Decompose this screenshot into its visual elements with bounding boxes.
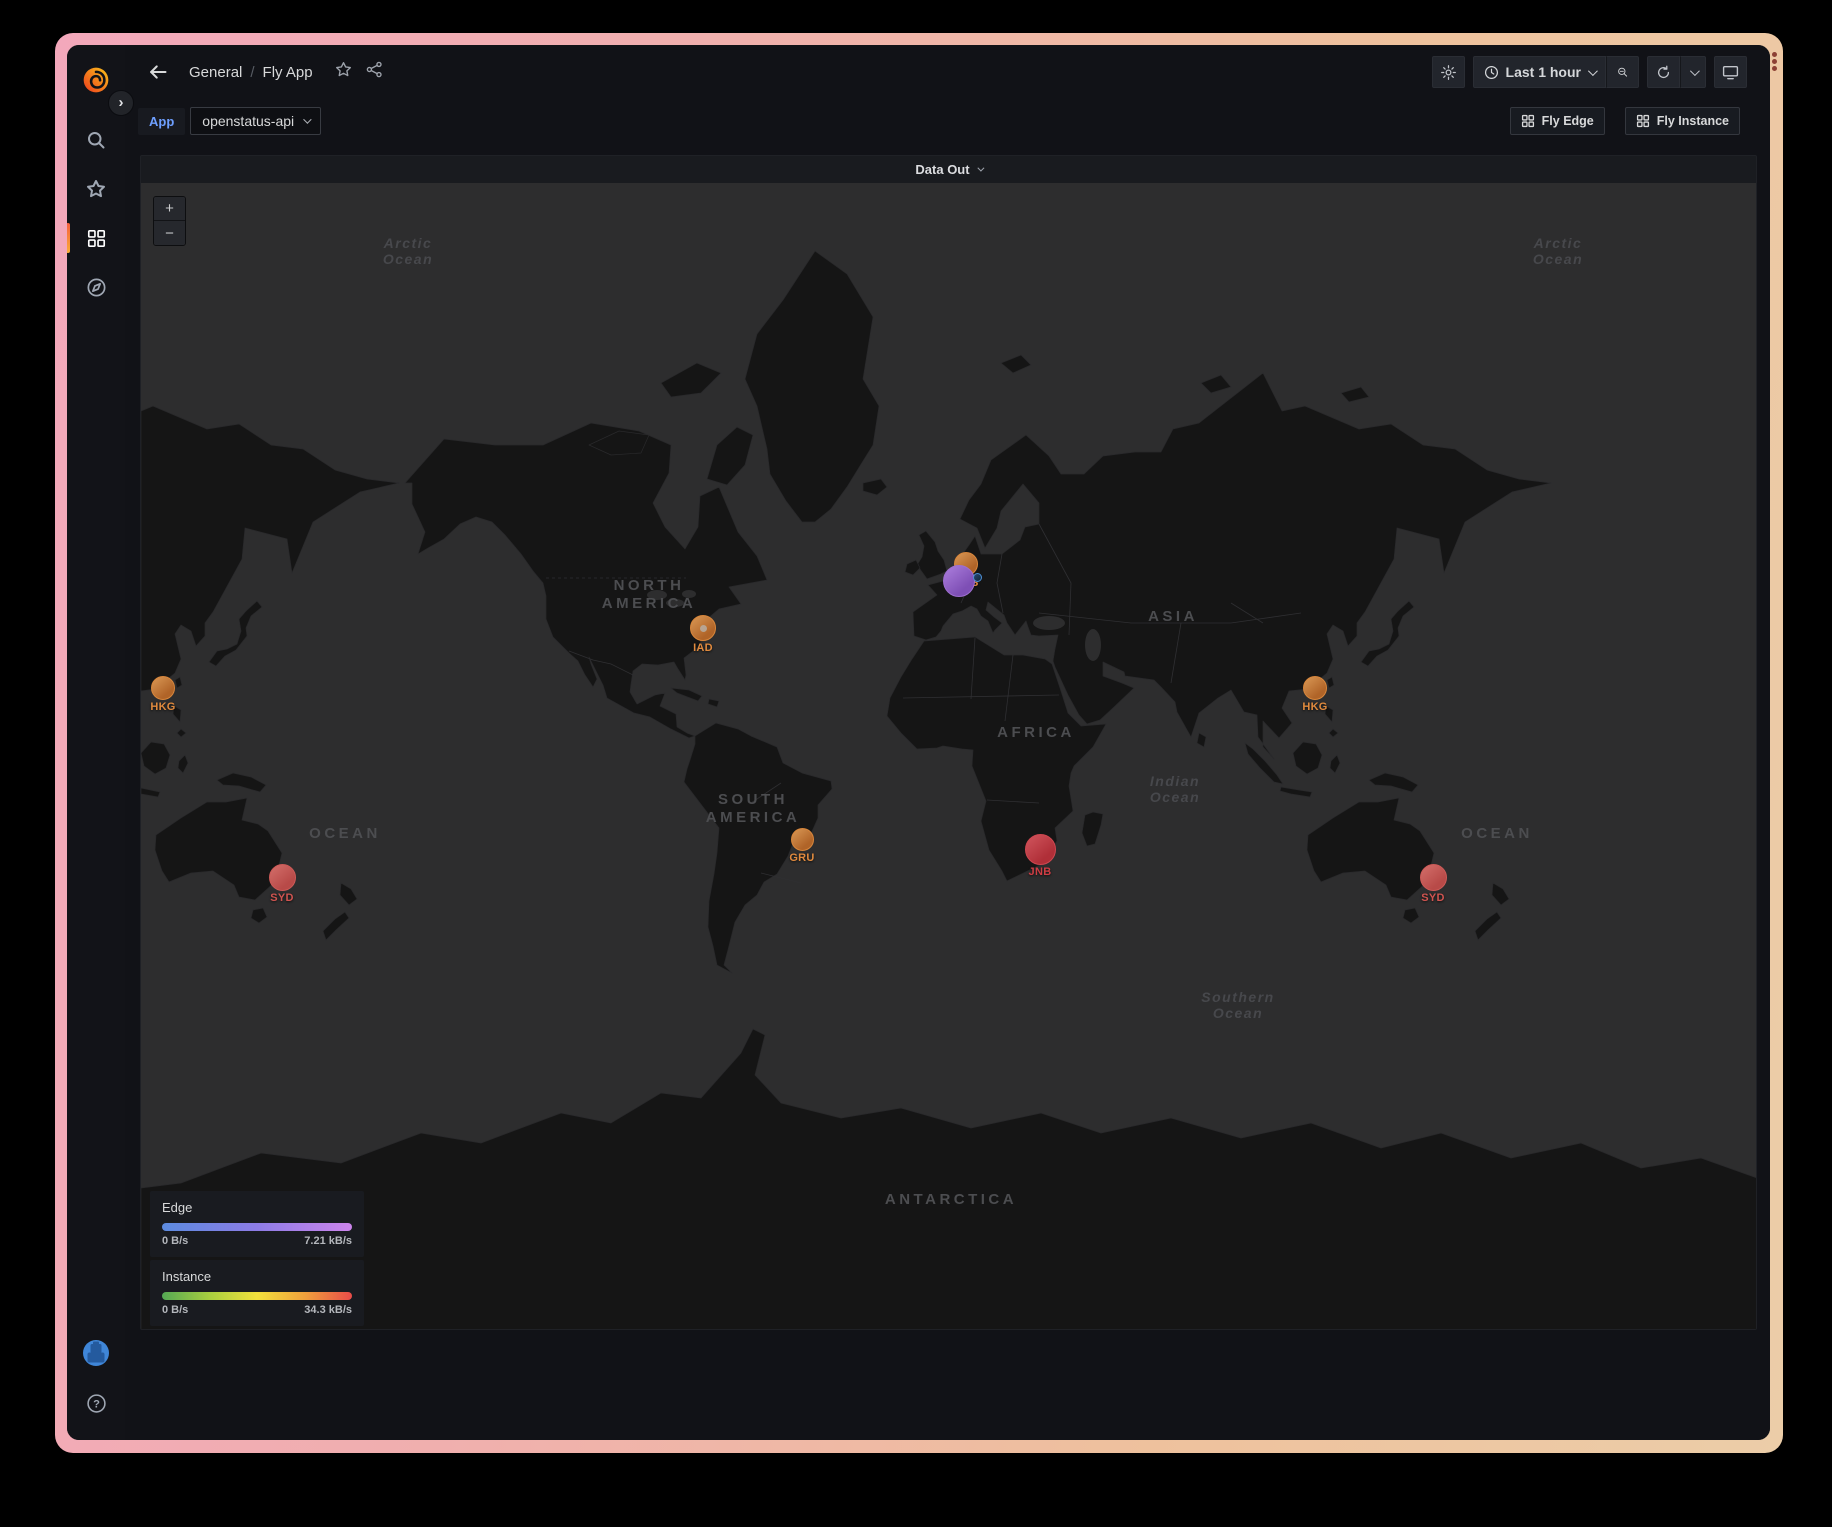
map-marker-label: HKG [1302,701,1327,713]
breadcrumb-section[interactable]: General [189,64,242,81]
zoom-out-time-button[interactable] [1606,56,1639,88]
time-range-button[interactable]: Last 1 hour [1473,56,1606,88]
geomap-panel: Data Out [140,155,1757,1330]
dashboard-links: Fly Edge Fly Instance [1510,107,1740,135]
sidebar: ? [67,45,125,1440]
legend-instance: Instance 0 B/s 34.3 kB/s [150,1260,364,1326]
refresh-button-group [1647,56,1706,88]
map-zoom-out-button[interactable]: − [154,221,185,245]
variable-label[interactable]: App [138,108,185,135]
dashboard-area: Data Out [125,143,1770,1440]
map-marker-syd[interactable] [1420,864,1447,891]
map-marker-label: GRU [789,852,814,864]
sidebar-expand-button[interactable]: › [108,90,134,116]
tv-mode-button[interactable] [1714,56,1747,88]
explore-compass-icon[interactable] [79,270,113,304]
screenshot-stage: ? › General / Fly App [0,0,1832,1527]
share-icon[interactable] [366,61,383,83]
starred-icon[interactable] [79,172,113,206]
map-zoom-controls: + − [153,196,186,246]
map-marker-jnb[interactable] [1025,834,1056,865]
fly-edge-link-button[interactable]: Fly Edge [1510,107,1605,135]
svg-text:?: ? [93,1398,100,1410]
time-range-label: Last 1 hour [1506,64,1581,80]
map-marker-label: IAD [693,642,713,654]
world-map[interactable]: ArcticOceanArcticOceanNORTHAMERICAASIAAF… [141,183,1756,1329]
frame-dots-decoration [1772,52,1777,71]
map-marker-hkg[interactable] [1303,676,1327,700]
map-marker-label: HKG [150,701,175,713]
map-marker-ams-edge-small[interactable] [973,573,982,582]
top-navigation: General / Fly App [125,45,1770,99]
dashboard-submenu: App openstatus-api Fly Edge Fly Instance [125,99,1770,143]
map-marker-syd-west[interactable] [269,864,296,891]
map-marker-label: JNB [1029,866,1052,878]
map-marker-hkg-west[interactable] [151,676,175,700]
legend-edge: Edge 0 B/s 7.21 kB/s [150,1191,364,1257]
user-avatar[interactable] [79,1336,113,1370]
map-marker-label: SYD [1421,892,1445,904]
legend-instance-gradient [162,1292,352,1300]
search-icon[interactable] [79,123,113,157]
fly-instance-link-button[interactable]: Fly Instance [1625,107,1740,135]
map-marker-gru[interactable] [791,828,814,851]
dashboards-icon[interactable] [79,221,113,255]
dashboard-settings-button[interactable] [1432,56,1465,88]
legend-instance-max: 34.3 kB/s [304,1304,352,1316]
map-zoom-in-button[interactable]: + [154,197,185,221]
legend-edge-max: 7.21 kB/s [304,1235,352,1247]
legend-edge-min: 0 B/s [162,1235,188,1247]
legend-instance-min: 0 B/s [162,1304,188,1316]
breadcrumb-page-title: Fly App [263,64,313,81]
breadcrumb-divider: / [250,64,254,81]
legend-instance-title: Instance [162,1269,352,1284]
map-marker-ams-edge[interactable] [943,565,975,597]
variable-dropdown[interactable]: openstatus-api [190,107,321,135]
legend-edge-gradient [162,1223,352,1231]
chevron-down-icon [1588,66,1598,76]
toolbar-actions: Last 1 hour [1432,56,1747,88]
chevron-down-icon [977,165,984,172]
chevron-down-icon [303,115,311,123]
panel-title[interactable]: Data Out [141,156,1756,183]
back-arrow-icon[interactable] [145,59,171,85]
map-marker-iad[interactable] [690,615,716,641]
favorite-star-icon[interactable] [335,61,352,83]
breadcrumb: General / Fly App [145,59,383,85]
main-content: General / Fly App [125,45,1770,1440]
time-picker: Last 1 hour [1473,56,1639,88]
refresh-interval-chevron[interactable] [1680,56,1706,88]
grafana-logo-icon[interactable] [79,63,113,97]
sidebar-bottom: ? [79,1336,113,1420]
help-icon[interactable]: ? [79,1386,113,1420]
active-indicator [67,223,70,253]
window-frame: ? › General / Fly App [55,33,1783,1453]
map-legend: Edge 0 B/s 7.21 kB/s Instance [150,1191,364,1326]
map-marker-layer: AMSIADHKGHKGGRUJNBSYDSYD [141,183,1756,1329]
variable-value: openstatus-api [202,113,294,129]
map-marker-label: SYD [270,892,294,904]
grafana-window: ? › General / Fly App [67,45,1770,1440]
legend-edge-title: Edge [162,1200,352,1215]
refresh-icon[interactable] [1647,56,1680,88]
